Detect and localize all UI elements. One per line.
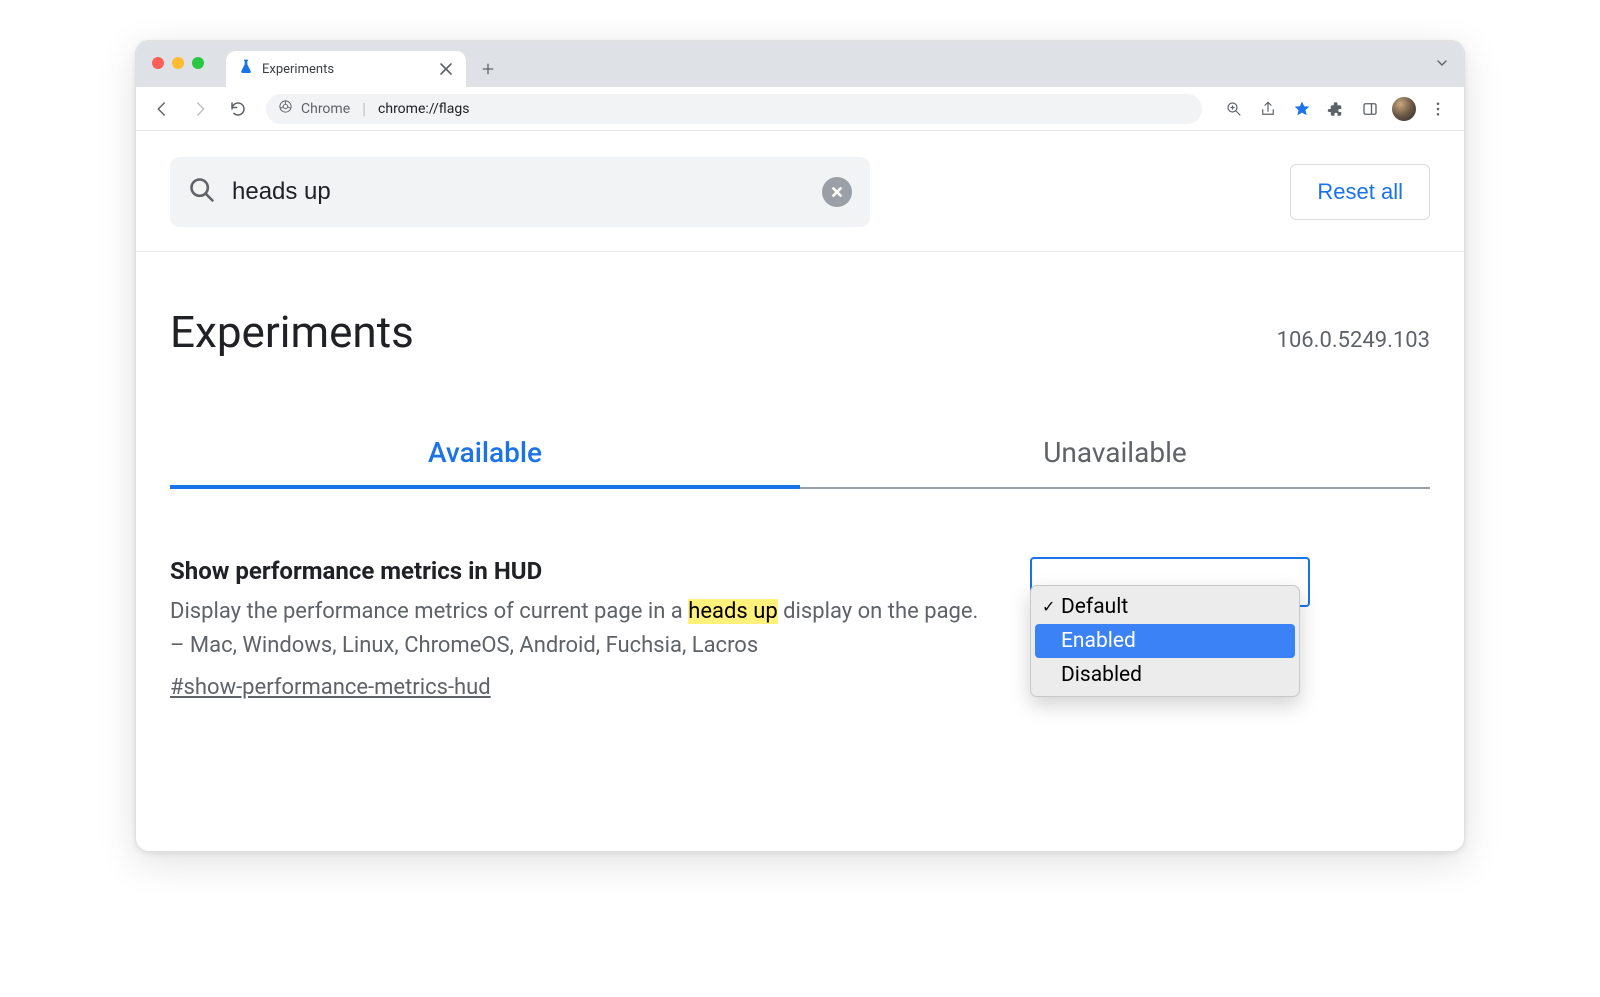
- flag-description: Display the performance metrics of curre…: [170, 595, 990, 663]
- address-path: chrome://flags: [378, 101, 469, 117]
- tab-available[interactable]: Available: [170, 436, 800, 489]
- page-content: Reset all Experiments 106.0.5249.103 Ava…: [136, 131, 1464, 851]
- dropdown-option-default[interactable]: Default: [1035, 590, 1295, 624]
- flag-dropdown: Default Enabled Disabled: [1030, 585, 1300, 697]
- address-separator: |: [362, 99, 366, 118]
- new-tab-button[interactable]: [474, 55, 502, 83]
- profile-avatar[interactable]: [1392, 97, 1416, 121]
- flag-title: Show performance metrics in HUD: [170, 557, 990, 585]
- tabs-dropdown-button[interactable]: [1434, 55, 1450, 75]
- flag-text: Show performance metrics in HUD Display …: [170, 557, 990, 700]
- address-origin: Chrome: [301, 101, 350, 117]
- divider: [136, 251, 1464, 252]
- browser-window: Experiments Chrome | chrome://f: [135, 40, 1465, 852]
- version-text: 106.0.5249.103: [1277, 328, 1430, 353]
- tab-unavailable[interactable]: Unavailable: [800, 436, 1430, 489]
- tab-title: Experiments: [262, 62, 430, 77]
- chrome-icon: [278, 99, 293, 118]
- search-box: [170, 157, 870, 227]
- tab-bar: Experiments: [136, 41, 1464, 87]
- zoom-icon[interactable]: [1218, 93, 1250, 125]
- search-highlight: heads up: [688, 599, 777, 624]
- address-bar[interactable]: Chrome | chrome://flags: [266, 94, 1202, 124]
- back-button[interactable]: [146, 93, 178, 125]
- flag-anchor-link[interactable]: #show-performance-metrics-hud: [170, 675, 491, 700]
- reload-button[interactable]: [222, 93, 254, 125]
- search-row: Reset all: [170, 157, 1430, 227]
- extensions-icon[interactable]: [1320, 93, 1352, 125]
- dropdown-option-enabled[interactable]: Enabled: [1035, 624, 1295, 658]
- flag-desc-before: Display the performance metrics of curre…: [170, 599, 688, 624]
- reset-all-button[interactable]: Reset all: [1290, 164, 1430, 220]
- title-row: Experiments 106.0.5249.103: [170, 306, 1430, 358]
- dropdown-option-disabled[interactable]: Disabled: [1035, 658, 1295, 692]
- maximize-window-button[interactable]: [192, 57, 204, 69]
- menu-button[interactable]: [1422, 93, 1454, 125]
- close-window-button[interactable]: [152, 57, 164, 69]
- share-icon[interactable]: [1252, 93, 1284, 125]
- page-title: Experiments: [170, 306, 414, 358]
- browser-tab[interactable]: Experiments: [226, 51, 466, 87]
- forward-button[interactable]: [184, 93, 216, 125]
- close-tab-button[interactable]: [438, 61, 454, 77]
- flag-control: Default Enabled Disabled: [1030, 557, 1310, 697]
- bookmark-star-icon[interactable]: [1286, 93, 1318, 125]
- minimize-window-button[interactable]: [172, 57, 184, 69]
- toolbar: Chrome | chrome://flags: [136, 87, 1464, 131]
- flask-icon: [238, 59, 254, 79]
- search-icon: [188, 176, 216, 208]
- sidepanel-icon[interactable]: [1354, 93, 1386, 125]
- flag-item: Show performance metrics in HUD Display …: [170, 557, 1430, 700]
- toolbar-right: [1218, 93, 1454, 125]
- window-controls: [152, 57, 204, 69]
- search-input[interactable]: [232, 178, 806, 206]
- content-tabs: Available Unavailable: [170, 436, 1430, 489]
- clear-search-button[interactable]: [822, 177, 852, 207]
